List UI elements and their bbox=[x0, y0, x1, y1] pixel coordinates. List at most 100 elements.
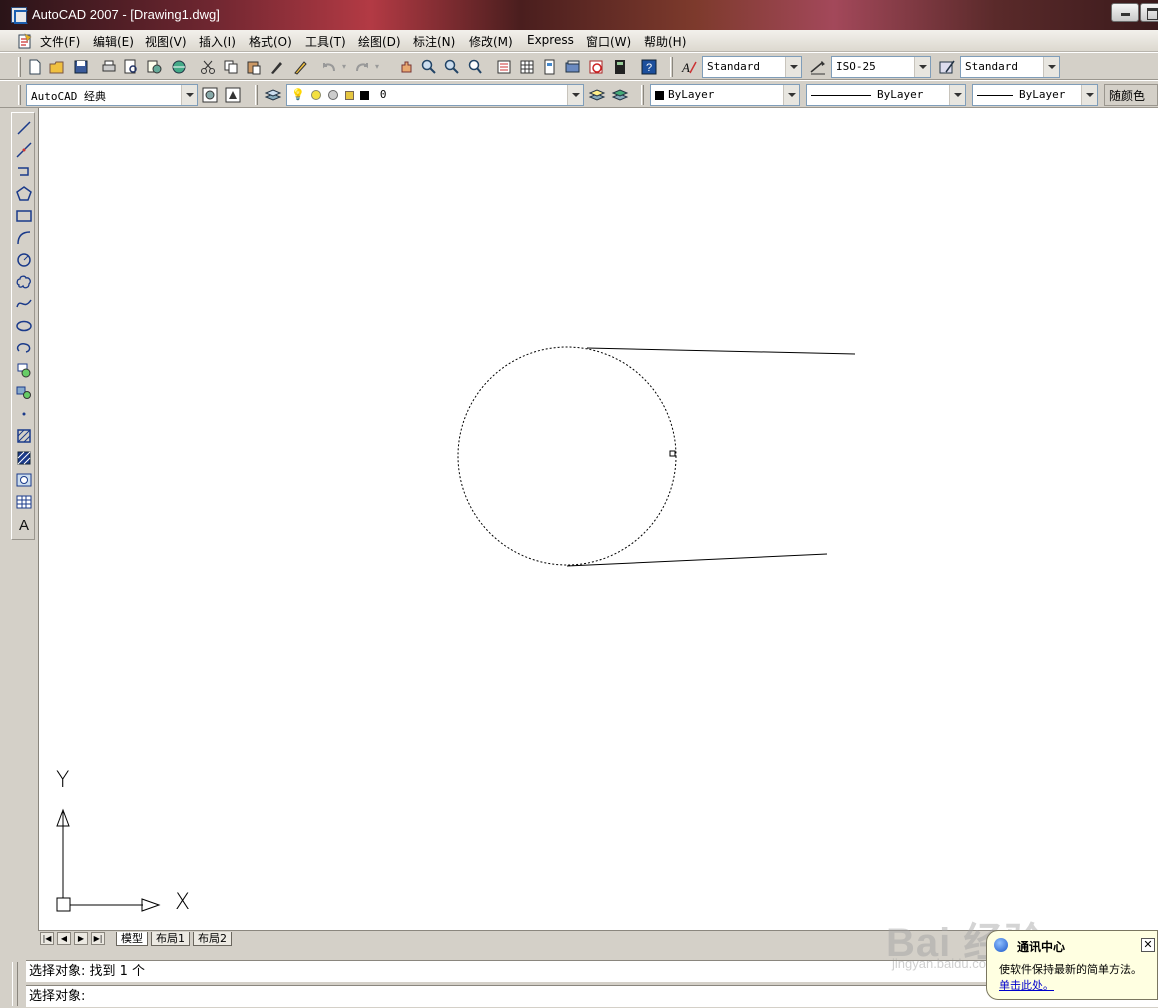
arc-icon[interactable] bbox=[15, 229, 33, 247]
undo-dropdown-icon[interactable]: ▾ bbox=[340, 58, 348, 76]
spline-icon[interactable] bbox=[15, 295, 33, 313]
tab-model[interactable]: 模型 bbox=[116, 932, 148, 946]
chevron-down-icon[interactable] bbox=[1081, 85, 1097, 105]
gradient-icon[interactable] bbox=[15, 449, 33, 467]
undo-icon[interactable] bbox=[320, 58, 338, 76]
redo-icon[interactable] bbox=[353, 58, 371, 76]
polyline-icon[interactable] bbox=[15, 163, 33, 181]
toolbar-grip[interactable] bbox=[670, 57, 673, 77]
tab-layout1[interactable]: 布局1 bbox=[151, 932, 190, 946]
help-icon[interactable]: ? bbox=[640, 58, 658, 76]
chevron-down-icon[interactable] bbox=[914, 57, 930, 77]
menu-file[interactable]: 文件(F) bbox=[40, 33, 80, 50]
minimize-button[interactable] bbox=[1111, 3, 1139, 22]
new-file-icon[interactable] bbox=[26, 58, 44, 76]
menu-dimension[interactable]: 标注(N) bbox=[413, 33, 455, 50]
color-control-dropdown[interactable]: ByLayer bbox=[650, 84, 800, 106]
tab-layout2[interactable]: 布局2 bbox=[193, 932, 232, 946]
toolbar-grip[interactable] bbox=[18, 85, 21, 105]
properties-icon[interactable] bbox=[495, 58, 513, 76]
ellipse-arc-icon[interactable] bbox=[15, 339, 33, 357]
menu-tools[interactable]: 工具(T) bbox=[305, 33, 346, 50]
menu-edit[interactable]: 编辑(E) bbox=[93, 33, 134, 50]
print-icon[interactable] bbox=[100, 58, 118, 76]
zoom-window-icon[interactable] bbox=[443, 58, 461, 76]
menu-format[interactable]: 格式(O) bbox=[249, 33, 292, 50]
copy-icon[interactable] bbox=[222, 58, 240, 76]
tangent-line-bottom[interactable] bbox=[566, 553, 828, 567]
grip-point[interactable] bbox=[669, 450, 676, 457]
plot-style-control-dropdown[interactable]: 随颜色 bbox=[1104, 84, 1158, 106]
markup-set-manager-icon[interactable] bbox=[587, 58, 605, 76]
layer-previous-icon[interactable] bbox=[611, 86, 629, 104]
autocad-app-icon[interactable] bbox=[11, 7, 28, 24]
redo-dropdown-icon[interactable]: ▾ bbox=[373, 58, 381, 76]
menu-help[interactable]: 帮助(H) bbox=[644, 33, 686, 50]
layer-on-icon[interactable]: 💡 bbox=[291, 88, 305, 101]
revision-cloud-icon[interactable] bbox=[15, 273, 33, 291]
cut-icon[interactable] bbox=[199, 58, 217, 76]
balloon-link[interactable]: 单击此处。 bbox=[999, 977, 1054, 993]
menu-modify[interactable]: 修改(M) bbox=[469, 33, 513, 50]
pan-realtime-icon[interactable] bbox=[397, 58, 415, 76]
circle-icon[interactable] bbox=[15, 251, 33, 269]
block-editor-icon[interactable] bbox=[291, 58, 309, 76]
menu-window[interactable]: 窗口(W) bbox=[586, 33, 631, 50]
dimension-style-dropdown[interactable]: ISO-25 bbox=[831, 56, 931, 78]
sheet-set-manager-icon[interactable] bbox=[564, 58, 582, 76]
layer-freeze-icon[interactable] bbox=[311, 90, 322, 100]
quickcalc-icon[interactable] bbox=[611, 58, 629, 76]
line-icon[interactable] bbox=[15, 119, 33, 137]
close-icon[interactable]: ✕ bbox=[1141, 938, 1155, 952]
command-window-grip[interactable] bbox=[12, 962, 18, 1006]
insert-block-icon[interactable] bbox=[15, 361, 33, 379]
menu-draw[interactable]: 绘图(D) bbox=[358, 33, 401, 50]
point-icon[interactable] bbox=[15, 405, 33, 423]
paste-icon[interactable] bbox=[245, 58, 263, 76]
ellipse-icon[interactable] bbox=[15, 317, 33, 335]
design-center-icon[interactable] bbox=[518, 58, 536, 76]
open-file-icon[interactable] bbox=[48, 58, 66, 76]
last-tab-button[interactable]: ▶| bbox=[91, 932, 105, 945]
first-tab-button[interactable]: |◀ bbox=[40, 932, 54, 945]
workspace-dropdown[interactable]: AutoCAD 经典 bbox=[26, 84, 198, 106]
dimension-style-icon[interactable] bbox=[809, 58, 827, 76]
save-icon[interactable] bbox=[72, 58, 90, 76]
polygon-icon[interactable] bbox=[15, 185, 33, 203]
menu-express[interactable]: Express bbox=[527, 33, 574, 47]
chevron-down-icon[interactable] bbox=[783, 85, 799, 105]
toolbar-grip[interactable] bbox=[18, 57, 21, 77]
table-icon[interactable] bbox=[15, 493, 33, 511]
selected-circle[interactable] bbox=[457, 346, 677, 566]
chevron-down-icon[interactable] bbox=[181, 85, 197, 105]
make-block-icon[interactable] bbox=[15, 383, 33, 401]
multiline-text-icon[interactable]: A bbox=[15, 515, 33, 533]
lineweight-control-dropdown[interactable]: ByLayer bbox=[972, 84, 1098, 106]
chevron-down-icon[interactable] bbox=[785, 57, 801, 77]
text-style-icon[interactable]: A bbox=[680, 58, 698, 76]
toolbar-grip[interactable] bbox=[255, 85, 258, 105]
next-tab-button[interactable]: ▶ bbox=[74, 932, 88, 945]
toolbar-grip[interactable] bbox=[641, 85, 644, 105]
layer-lock-icon[interactable] bbox=[344, 90, 354, 100]
maximize-button[interactable] bbox=[1140, 3, 1158, 22]
menu-insert[interactable]: 插入(I) bbox=[199, 33, 236, 50]
layer-viewport-freeze-icon[interactable] bbox=[327, 90, 338, 100]
workspace-settings-icon[interactable] bbox=[201, 86, 219, 104]
menu-view[interactable]: 视图(V) bbox=[145, 33, 187, 50]
table-style-icon[interactable] bbox=[938, 58, 956, 76]
chevron-down-icon[interactable] bbox=[567, 85, 583, 105]
layer-properties-manager-icon[interactable] bbox=[264, 86, 282, 104]
chevron-down-icon[interactable] bbox=[949, 85, 965, 105]
hatch-icon[interactable] bbox=[15, 427, 33, 445]
tool-palettes-icon[interactable] bbox=[541, 58, 559, 76]
tangent-line-top[interactable] bbox=[586, 347, 856, 355]
print-preview-icon[interactable] bbox=[122, 58, 140, 76]
save-workspace-icon[interactable] bbox=[224, 86, 242, 104]
construction-line-icon[interactable] bbox=[15, 141, 33, 159]
drawing-canvas[interactable]: Y X bbox=[38, 108, 1158, 930]
match-properties-icon[interactable] bbox=[268, 58, 286, 76]
3d-dwf-icon[interactable] bbox=[170, 58, 188, 76]
table-style-dropdown[interactable]: Standard bbox=[960, 56, 1060, 78]
zoom-previous-icon[interactable] bbox=[466, 58, 484, 76]
